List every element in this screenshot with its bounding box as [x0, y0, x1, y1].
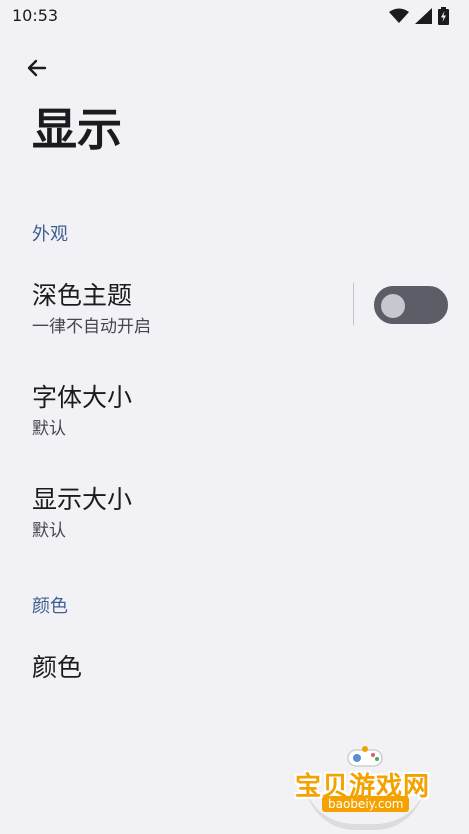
- divider: [353, 283, 354, 325]
- display-settings-screen: 10:53 显示 外观 深色主题 一律不自动开启 字体大小 默认 显示大小 默认…: [0, 0, 469, 834]
- display-size-summary: 默认: [32, 521, 66, 541]
- status-icons: [389, 7, 449, 25]
- color-item[interactable]: 颜色: [0, 630, 469, 726]
- font-size-item[interactable]: 字体大小 默认: [0, 360, 469, 456]
- dark-theme-summary: 一律不自动开启: [32, 317, 151, 337]
- status-time: 10:53: [12, 6, 59, 25]
- section-header-appearance: 外观: [32, 224, 68, 245]
- display-size-title: 显示大小: [32, 485, 133, 514]
- page-title: 显示: [32, 103, 123, 156]
- font-size-title: 字体大小: [32, 383, 133, 412]
- back-button[interactable]: [20, 52, 54, 84]
- arrow-left-icon: [27, 59, 47, 77]
- gamepad-icon: [347, 746, 383, 767]
- font-size-summary: 默认: [32, 419, 66, 439]
- display-size-item[interactable]: 显示大小 默认: [0, 462, 469, 558]
- watermark-url: baobeiy.com: [322, 796, 410, 812]
- switch-thumb: [381, 294, 405, 318]
- section-header-color: 颜色: [32, 596, 68, 617]
- dark-theme-switch[interactable]: [374, 286, 448, 324]
- status-bar: 10:53: [0, 0, 469, 32]
- signal-icon: [415, 8, 432, 24]
- color-item-title: 颜色: [32, 653, 83, 682]
- wifi-icon: [389, 8, 409, 23]
- watermark-logo: 宝贝游戏网 baobeiy.com: [290, 740, 440, 832]
- dark-theme-title: 深色主题: [32, 281, 133, 310]
- battery-charging-icon: [438, 7, 449, 25]
